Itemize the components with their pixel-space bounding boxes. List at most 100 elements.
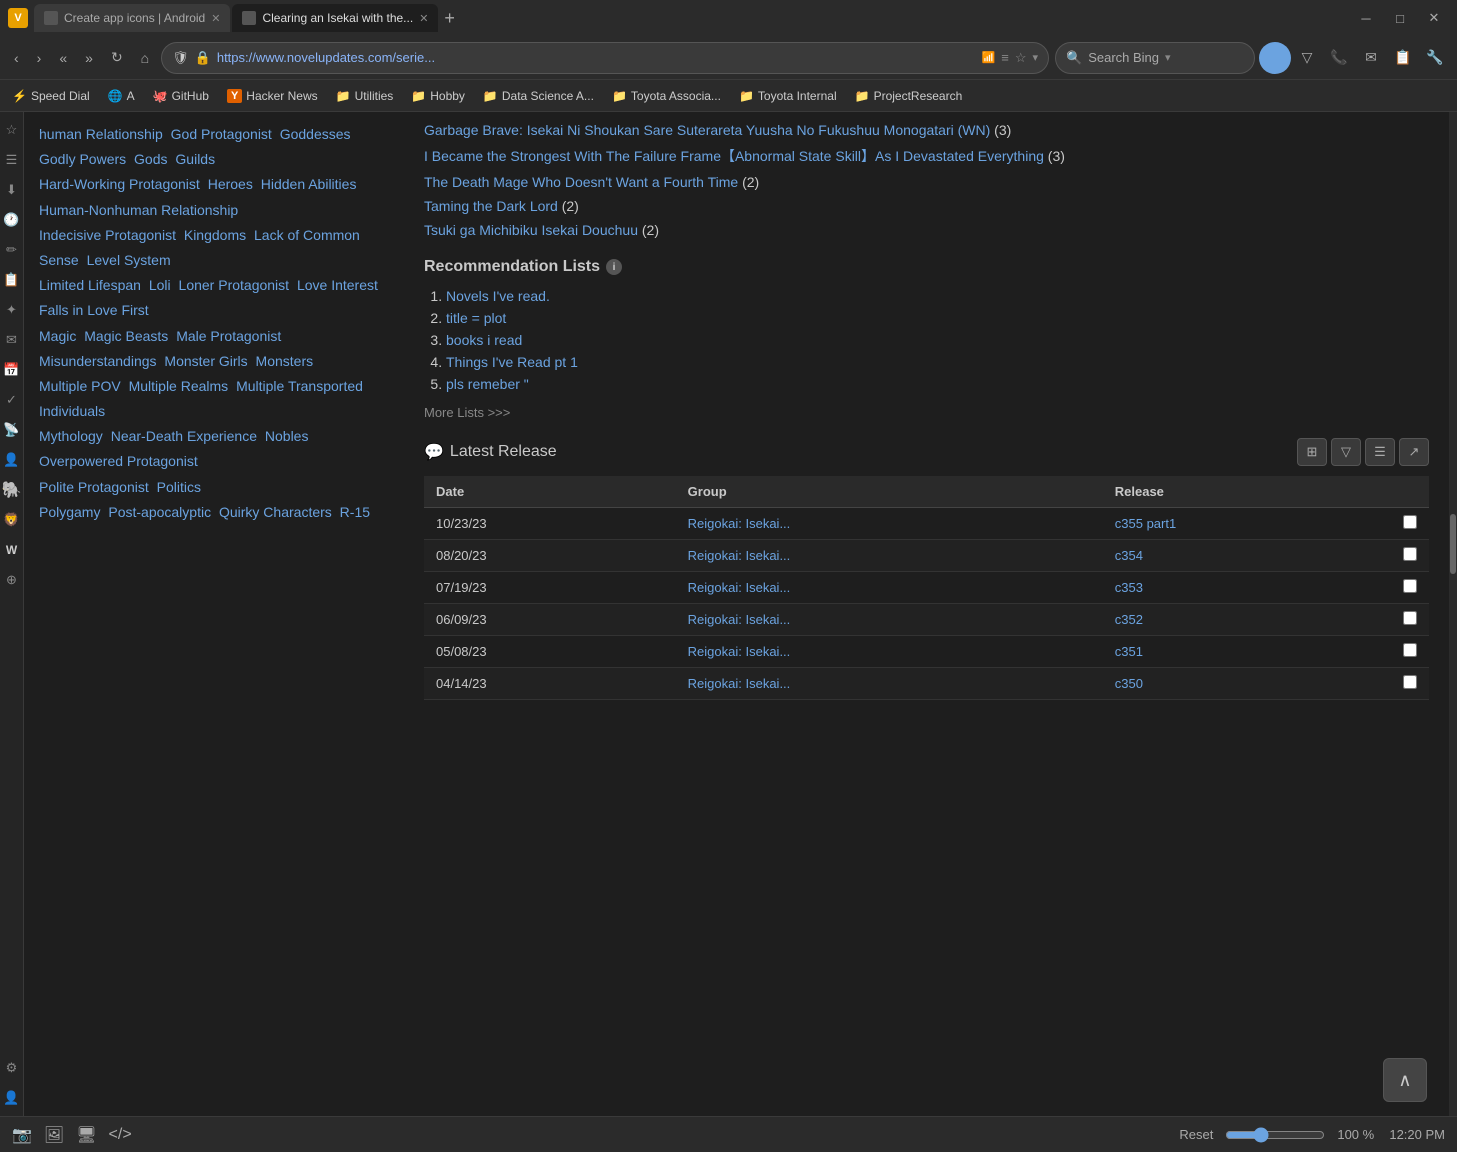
chapter-link-1[interactable]: c354 — [1115, 548, 1143, 563]
new-tab-button[interactable]: + — [440, 8, 459, 29]
status-code-icon[interactable]: </> — [109, 1126, 132, 1144]
chapter-link-0[interactable]: c355 part1 — [1115, 516, 1176, 531]
tag-post-apocalyptic[interactable]: Post-apocalyptic — [108, 504, 211, 520]
release-cell[interactable]: c351 — [1103, 636, 1391, 668]
group-link-1[interactable]: Reigokai: Isekai... — [688, 548, 791, 563]
address-dropdown-icon[interactable]: ▾ — [1032, 51, 1038, 64]
tag-magic[interactable]: Magic — [39, 328, 76, 344]
row-checkbox-4[interactable] — [1403, 643, 1417, 657]
sidebar-icon-mail[interactable]: ✉ — [2, 330, 22, 350]
bookmark-star-icon[interactable]: ☆ — [1015, 50, 1027, 66]
release-cell[interactable]: c353 — [1103, 572, 1391, 604]
novel-link-taming-dark-lord[interactable]: Taming the Dark Lord (2) — [424, 198, 1429, 214]
chapter-link-5[interactable]: c350 — [1115, 676, 1143, 691]
close-button[interactable]: ✕ — [1419, 9, 1449, 27]
mail-icon[interactable]: ✉ — [1357, 44, 1385, 72]
chapter-link-4[interactable]: c351 — [1115, 644, 1143, 659]
group-cell[interactable]: Reigokai: Isekai... — [676, 668, 1103, 700]
group-cell[interactable]: Reigokai: Isekai... — [676, 636, 1103, 668]
chapter-link-3[interactable]: c352 — [1115, 612, 1143, 627]
profile-button[interactable] — [1261, 44, 1289, 72]
tag-guilds[interactable]: Guilds — [175, 151, 215, 167]
rec-link-novels-ive-read[interactable]: Novels I've read. — [446, 288, 550, 304]
group-link-3[interactable]: Reigokai: Isekai... — [688, 612, 791, 627]
tag-loli[interactable]: Loli — [149, 277, 171, 293]
release-cell[interactable]: c350 — [1103, 668, 1391, 700]
tab-close-2[interactable]: ✕ — [419, 12, 428, 25]
tab-clearing-isekai[interactable]: Clearing an Isekai with the... ✕ — [232, 4, 438, 32]
novel-link-death-mage[interactable]: The Death Mage Who Doesn't Want a Fourth… — [424, 174, 1429, 190]
sidebar-icon-brave[interactable]: 🦁 — [2, 510, 22, 530]
sidebar-icon-edit[interactable]: ✏ — [2, 240, 22, 260]
tag-monster-girls[interactable]: Monster Girls — [164, 353, 247, 369]
rec-link-title-plot[interactable]: title = plot — [446, 310, 506, 326]
tag-godly-powers[interactable]: Godly Powers — [39, 151, 126, 167]
tag-nobles[interactable]: Nobles — [265, 428, 309, 444]
tag-quirky-characters[interactable]: Quirky Characters — [219, 504, 332, 520]
status-monitor-icon[interactable]: 🖥 — [76, 1125, 96, 1145]
tag-near-death[interactable]: Near-Death Experience — [111, 428, 257, 444]
tag-hidden-abilities[interactable]: Hidden Abilities — [261, 176, 357, 192]
tag-human-relationship[interactable]: human Relationship — [39, 126, 163, 142]
wallet-button[interactable]: ▽ — [1293, 44, 1321, 72]
sidebar-icon-profile[interactable]: 👤 — [2, 1088, 22, 1108]
tag-politics[interactable]: Politics — [157, 479, 201, 495]
scroll-thumb[interactable] — [1450, 514, 1456, 574]
sidebar-icon-clock[interactable]: 🕐 — [2, 210, 22, 230]
row-checkbox-0[interactable] — [1403, 515, 1417, 529]
rec-link-things-ive-read[interactable]: Things I've Read pt 1 — [446, 354, 578, 370]
address-bar[interactable]: 🛡 🔒 https://www.novelupdates.com/serie..… — [161, 42, 1049, 74]
chapter-link-2[interactable]: c353 — [1115, 580, 1143, 595]
scroll-to-top-button[interactable]: ∧ — [1383, 1058, 1427, 1102]
tag-multiple-pov[interactable]: Multiple POV — [39, 378, 121, 394]
novel-link-failure-frame[interactable]: I Became the Strongest With The Failure … — [424, 146, 1429, 166]
sidebar-icon-check[interactable]: ✓ — [2, 390, 22, 410]
sidebar-icon-calendar[interactable]: 📅 — [2, 360, 22, 380]
sidebar-icon-clipboard[interactable]: 📋 — [2, 270, 22, 290]
sidebar-icon-user[interactable]: 👤 — [2, 450, 22, 470]
row-checkbox-1[interactable] — [1403, 547, 1417, 561]
rec-link-books-i-read[interactable]: books i read — [446, 332, 522, 348]
release-cell[interactable]: c352 — [1103, 604, 1391, 636]
zoom-slider[interactable] — [1225, 1127, 1325, 1143]
tag-monsters[interactable]: Monsters — [256, 353, 314, 369]
search-dropdown-icon[interactable]: ▾ — [1165, 51, 1171, 64]
sidebar-icon-rss[interactable]: 📡 — [2, 420, 22, 440]
tag-male-protagonist[interactable]: Male Protagonist — [176, 328, 281, 344]
sidebar-icon-wikipedia[interactable]: W — [2, 540, 22, 560]
lr-filter-button[interactable]: ▽ — [1331, 438, 1361, 466]
back-skip-button[interactable]: « — [53, 46, 73, 70]
tag-kingdoms[interactable]: Kingdoms — [184, 227, 246, 243]
tag-magic-beasts[interactable]: Magic Beasts — [84, 328, 168, 344]
bookmark-hacker-news[interactable]: Y Hacker News — [223, 87, 322, 105]
tag-polygamy[interactable]: Polygamy — [39, 504, 100, 520]
rec-link-pls-remeber[interactable]: pls remeber " — [446, 376, 529, 392]
sidebar-icon-history[interactable]: ☰ — [2, 150, 22, 170]
group-cell[interactable]: Reigokai: Isekai... — [676, 572, 1103, 604]
tag-human-nonhuman[interactable]: Human-Nonhuman Relationship — [39, 202, 238, 218]
right-scrollbar[interactable] — [1449, 112, 1457, 1116]
tag-god-protagonist[interactable]: God Protagonist — [171, 126, 272, 142]
sidebar-icon-add[interactable]: ⊕ — [2, 570, 22, 590]
lr-share-button[interactable]: ↗ — [1399, 438, 1429, 466]
sidebar-icon-settings[interactable]: ⚙ — [2, 1058, 22, 1078]
group-cell[interactable]: Reigokai: Isekai... — [676, 604, 1103, 636]
group-link-5[interactable]: Reigokai: Isekai... — [688, 676, 791, 691]
forward-button[interactable]: › — [31, 46, 48, 70]
lr-grid-button[interactable]: ⊞ — [1297, 438, 1327, 466]
extensions-icon[interactable]: 🔧 — [1421, 44, 1449, 72]
bookmark-toyota-internal[interactable]: 📁 Toyota Internal — [735, 87, 841, 105]
novel-link-garbage-brave[interactable]: Garbage Brave: Isekai Ni Shoukan Sare Su… — [424, 122, 1429, 138]
bookmark-a[interactable]: 🌐 A — [104, 87, 139, 105]
tag-hard-working-protagonist[interactable]: Hard-Working Protagonist — [39, 176, 200, 192]
minimize-button[interactable]: ─ — [1351, 9, 1381, 27]
bookmark-github[interactable]: 🐙 GitHub — [149, 87, 213, 105]
release-cell[interactable]: c355 part1 — [1103, 508, 1391, 540]
maximize-button[interactable]: □ — [1385, 9, 1415, 27]
tag-overpowered-protagonist[interactable]: Overpowered Protagonist — [39, 453, 198, 469]
tag-r15[interactable]: R-15 — [340, 504, 370, 520]
group-cell[interactable]: Reigokai: Isekai... — [676, 508, 1103, 540]
tab-create-app-icons[interactable]: Create app icons | Android ✕ — [34, 4, 230, 32]
group-link-2[interactable]: Reigokai: Isekai... — [688, 580, 791, 595]
row-checkbox-3[interactable] — [1403, 611, 1417, 625]
